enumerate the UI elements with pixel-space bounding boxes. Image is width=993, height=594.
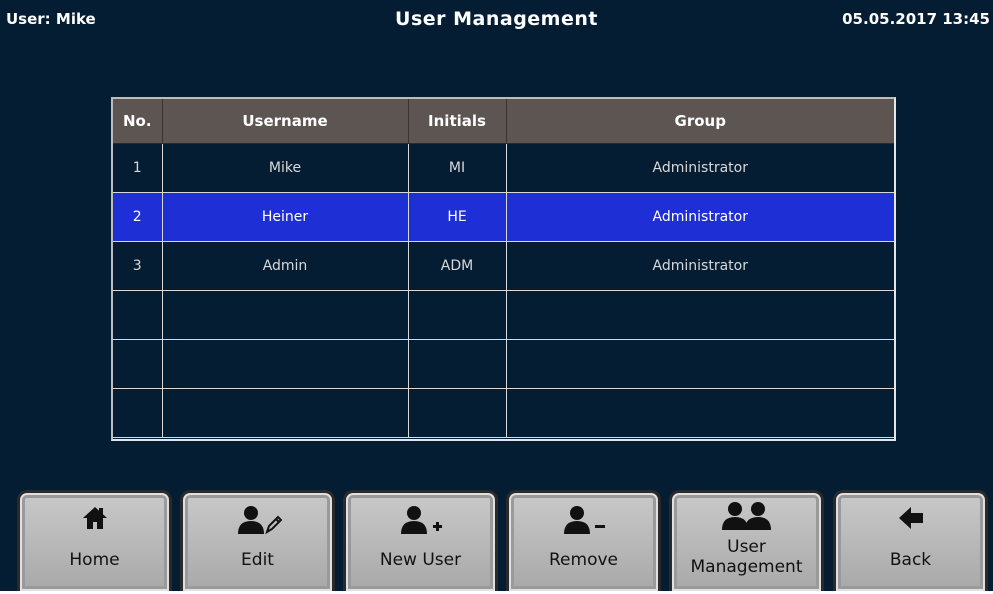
cell-no: 3 [113,241,162,291]
cell-group [505,339,894,389]
cell-group: Administrator [505,241,894,291]
user-management-button[interactable]: User Management [669,490,824,591]
table-row-empty[interactable] [113,339,894,389]
cell-group: Administrator [505,143,894,193]
table-row-empty[interactable] [113,388,894,438]
back-button[interactable]: Back [833,490,988,591]
users-icon [672,501,821,533]
home-button[interactable]: Home [17,490,172,591]
top-bar: User: Mike User Management 05.05.2017 13… [0,0,993,38]
home-icon [20,505,169,537]
cell-group [505,290,894,340]
cell-no [113,388,162,438]
user-remove-icon [509,505,658,537]
cell-initials [407,388,506,438]
date-time-display: 05.05.2017 13:45 [842,10,990,28]
cell-initials: ADM [407,241,506,291]
cell-username: Heiner [161,192,408,242]
column-header-no[interactable]: No. [113,99,162,144]
user-table: No. Username Initials Group 1 Mike MI Ad… [111,97,896,441]
arrow-left-icon [836,505,985,537]
cell-username [161,388,408,438]
column-header-group[interactable]: Group [505,99,894,144]
table-row[interactable]: 3 Admin ADM Administrator [113,241,894,291]
cell-username [161,290,408,340]
table-row-selected[interactable]: 2 Heiner HE Administrator [113,192,894,242]
new-user-button[interactable]: New User [343,490,498,591]
cell-initials: MI [407,143,506,193]
cell-group [505,388,894,438]
function-button-bar: Home Edit New User Remove User Managemen… [0,486,993,591]
table-header-row: No. Username Initials Group [113,99,894,144]
cell-initials: HE [407,192,506,242]
cell-initials [407,290,506,340]
cell-username: Admin [161,241,408,291]
back-button-label: Back [889,550,932,570]
table-row[interactable]: 1 Mike MI Administrator [113,143,894,193]
cell-no [113,339,162,389]
column-header-initials[interactable]: Initials [407,99,506,144]
cell-initials [407,339,506,389]
user-add-icon [346,505,495,537]
cell-no [113,290,162,340]
cell-no: 2 [113,192,162,242]
home-button-label: Home [69,550,120,570]
cell-username [161,339,408,389]
hmi-screen: User: Mike User Management 05.05.2017 13… [0,0,993,591]
cell-group: Administrator [505,192,894,242]
remove-button-label: Remove [549,550,618,570]
user-edit-icon [183,505,332,537]
user-management-button-label: User Management [690,537,803,577]
edit-button-label: Edit [241,550,274,570]
remove-button[interactable]: Remove [506,490,661,591]
new-user-button-label: New User [379,550,462,570]
cell-username: Mike [161,143,408,193]
column-header-username[interactable]: Username [161,99,408,144]
table-row-empty[interactable] [113,290,894,340]
cell-no: 1 [113,143,162,193]
edit-button[interactable]: Edit [180,490,335,591]
